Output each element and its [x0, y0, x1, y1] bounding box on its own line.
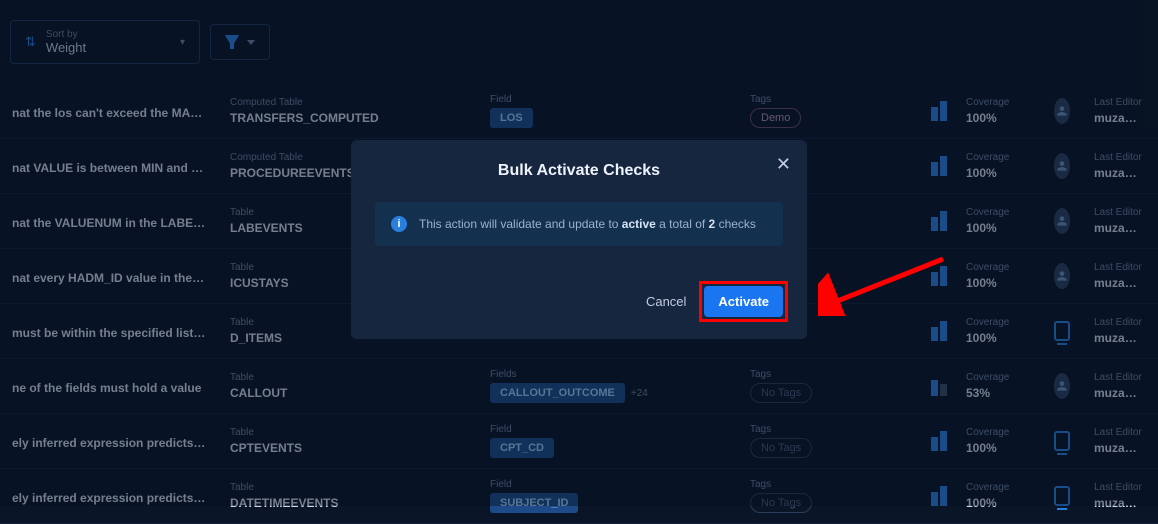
info-banner: i This action will validate and update t… [375, 202, 783, 246]
modal-title: Bulk Activate Checks [375, 162, 783, 180]
info-text: This action will validate and update to … [419, 217, 756, 231]
modal-overlay: ✕ Bulk Activate Checks i This action wil… [0, 0, 1158, 506]
activate-button[interactable]: Activate [704, 286, 783, 317]
cancel-button[interactable]: Cancel [646, 294, 686, 309]
modal-actions: Cancel Activate [375, 286, 783, 317]
info-icon: i [391, 216, 407, 232]
close-icon[interactable]: ✕ [776, 154, 791, 175]
bulk-activate-modal: ✕ Bulk Activate Checks i This action wil… [351, 140, 807, 339]
